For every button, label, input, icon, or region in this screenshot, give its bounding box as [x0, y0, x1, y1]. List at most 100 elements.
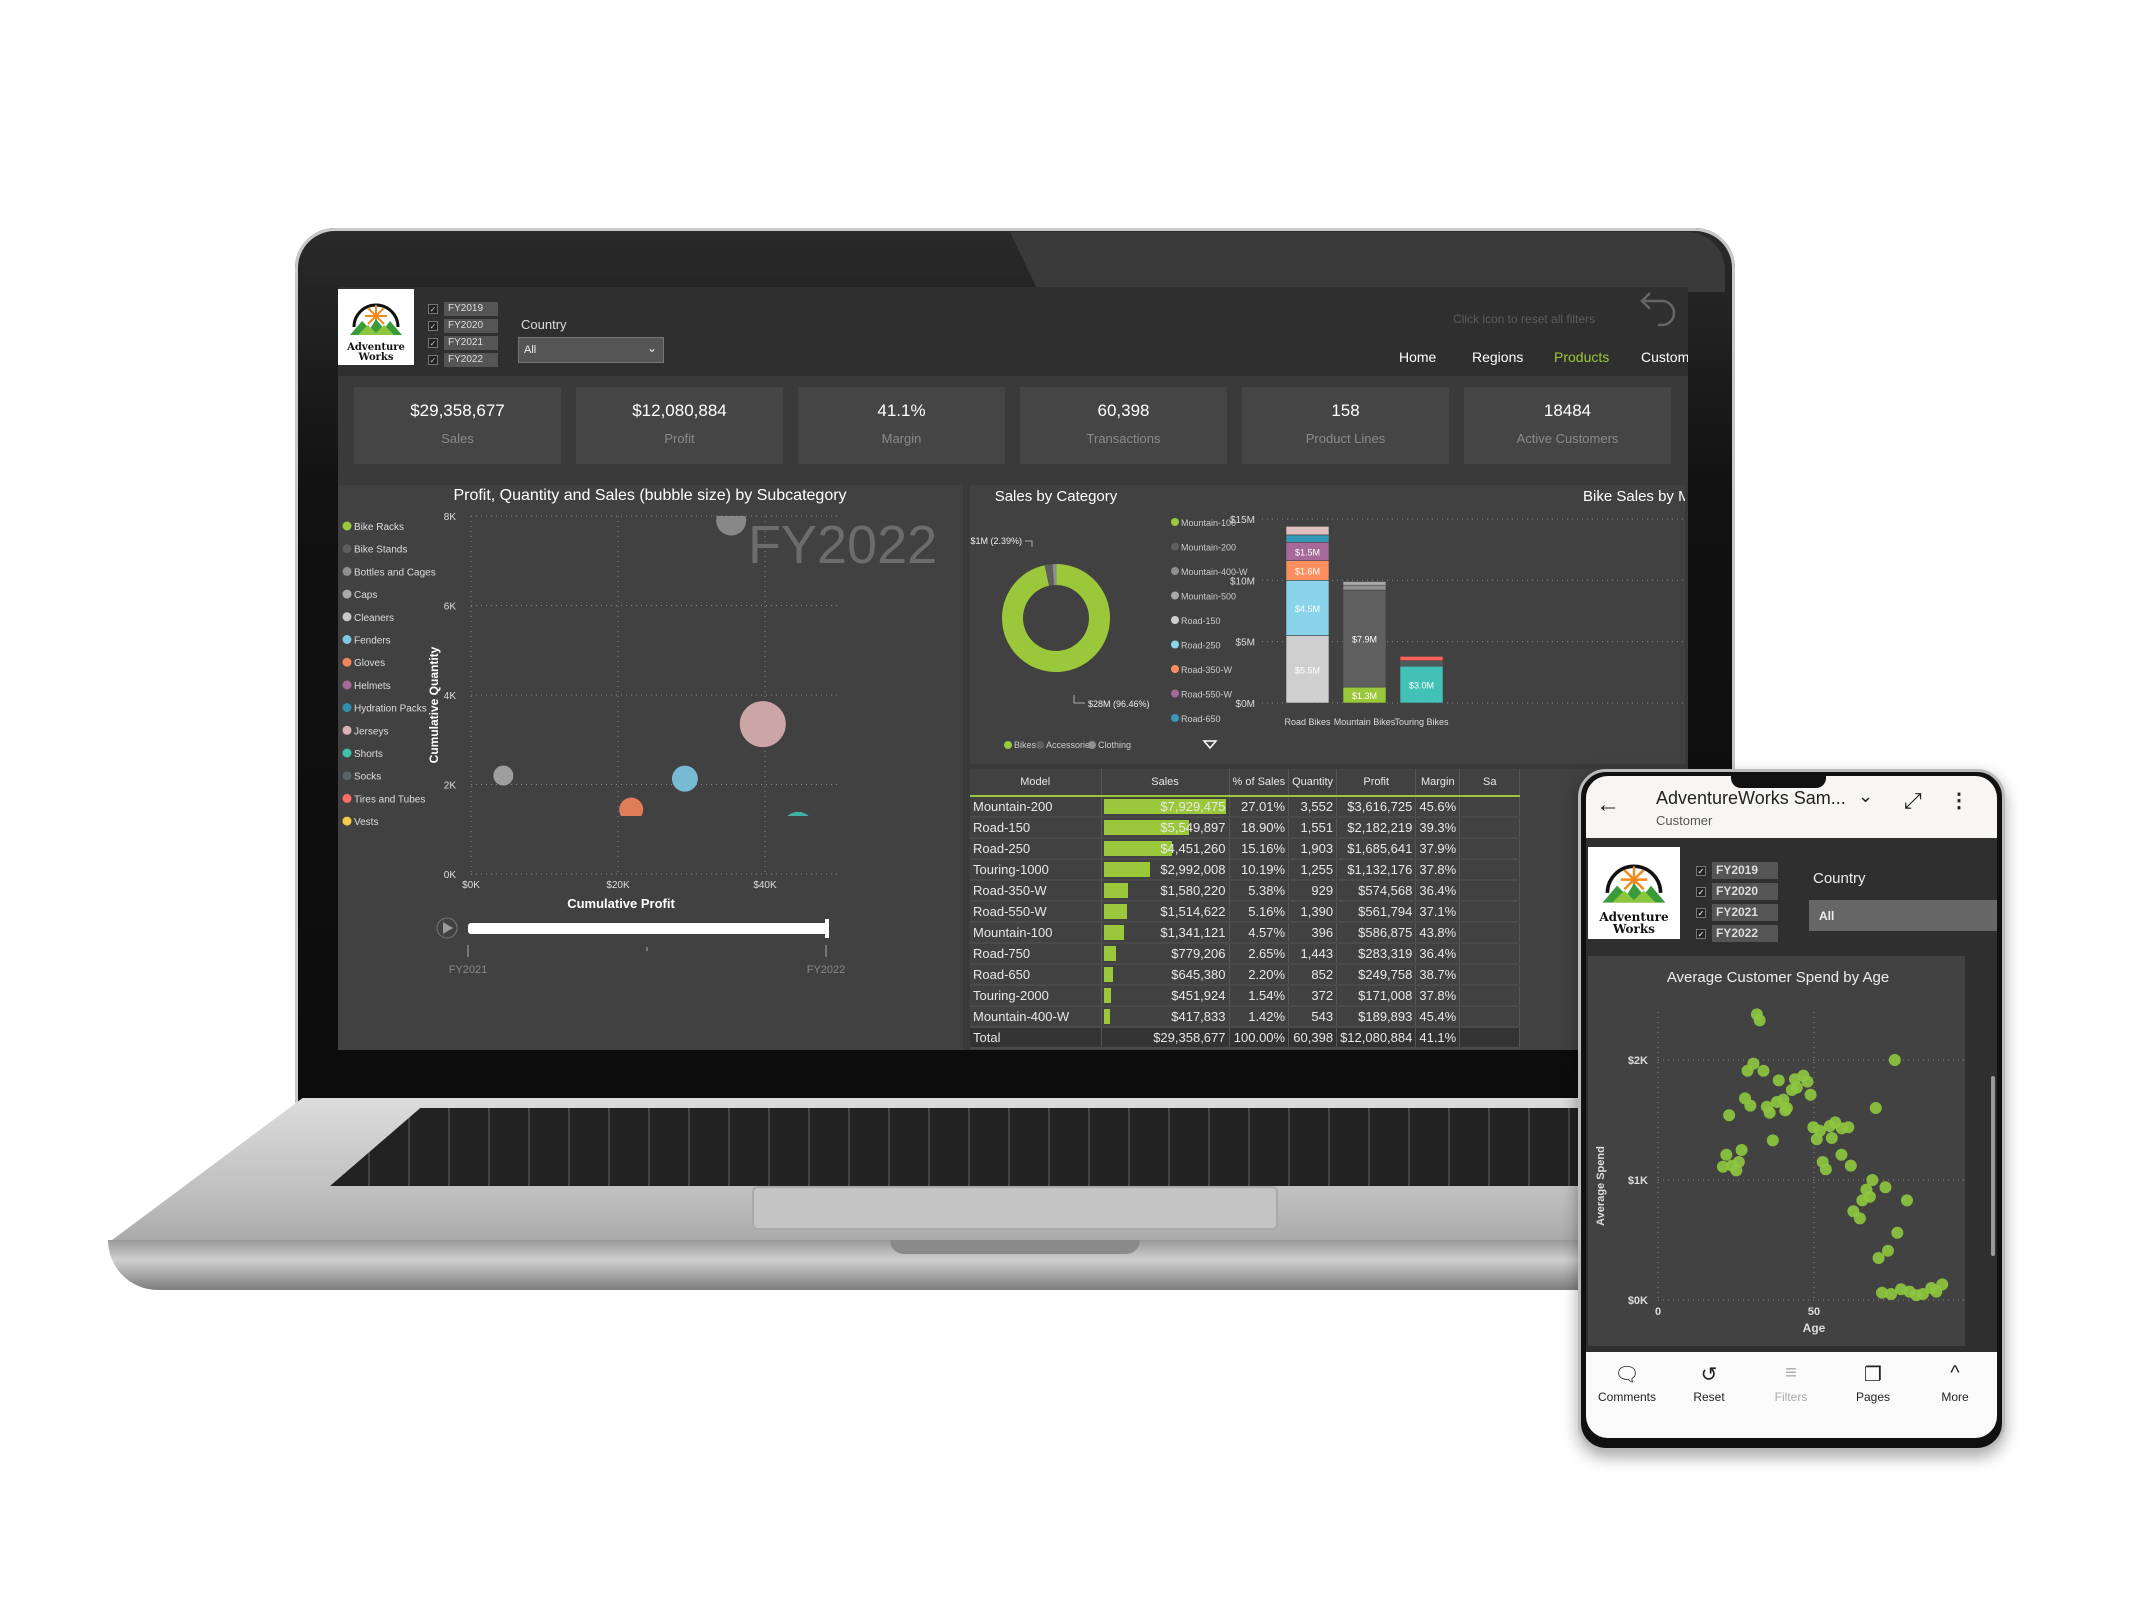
kpi-value: $12,080,884 [632, 401, 727, 420]
cell-sparkline [1459, 985, 1521, 1007]
x-tick-label: $0K [462, 880, 480, 891]
fy-label: FY2022 [444, 352, 498, 367]
checkbox-checked-icon[interactable]: ✓ [428, 303, 438, 314]
scrollbar[interactable] [1991, 1076, 1995, 1256]
sales-data-bar [1103, 925, 1125, 940]
legend-marker [1004, 741, 1012, 749]
legend-marker [1171, 518, 1179, 526]
checkbox-checked-icon[interactable]: ✓ [1696, 865, 1706, 876]
scroll-down-icon[interactable] [1202, 740, 1218, 750]
col-profit[interactable]: Profit [1336, 769, 1417, 797]
col-quantity[interactable]: Quantity [1288, 769, 1338, 797]
table-row[interactable]: Touring-1000 $2,992,008 10.19% 1,255 $1,… [970, 859, 1521, 881]
checkbox-checked-icon[interactable]: ✓ [1696, 928, 1706, 939]
col-margin[interactable]: Margin [1415, 769, 1461, 797]
fy-label: FY2019 [444, 301, 498, 316]
scatter-point [1869, 1102, 1882, 1114]
cell-profit: $1,685,641 [1336, 838, 1417, 860]
sales-data-bar [1103, 967, 1114, 982]
fy-option[interactable]: ✓ FY2020 [428, 317, 498, 334]
table-row[interactable]: Road-250 $4,451,260 15.16% 1,903 $1,685,… [970, 838, 1521, 860]
table-row[interactable]: Mountain-400-W $417,833 1.42% 543 $189,8… [970, 1006, 1521, 1028]
table-row[interactable]: Road-650 $645,380 2.20% 852 $249,758 38.… [970, 964, 1521, 986]
leader-line [1025, 540, 1033, 547]
fy-option[interactable]: ✓ FY2022 [1696, 923, 1778, 944]
legend-label: Caps [354, 590, 377, 601]
table-row[interactable]: Road-350-W $1,580,220 5.38% 929 $574,568… [970, 880, 1521, 902]
table-row[interactable]: Road-150 $5,549,897 18.90% 1,551 $2,182,… [970, 817, 1521, 839]
checkbox-checked-icon[interactable]: ✓ [1696, 907, 1706, 918]
table-row[interactable]: Mountain-100 $1,341,121 4.57% 396 $586,8… [970, 922, 1521, 944]
cell-sparkline [1459, 796, 1521, 818]
bottom-nav-pages[interactable]: ❐ Pages [1832, 1362, 1914, 1404]
col-sales-trend[interactable]: Sa [1459, 769, 1521, 797]
cell-profit: $171,008 [1336, 985, 1417, 1007]
sales-category-charts: Sales by Category $1M (2.39%) $28M (96.46%… [970, 488, 1688, 750]
report-title[interactable]: AdventureWorks Sam... [1656, 788, 1846, 809]
nav-products[interactable]: Products [1554, 349, 1609, 365]
table-row[interactable]: Road-550-W $1,514,622 5.16% 1,390 $561,7… [970, 901, 1521, 923]
nav-home[interactable]: Home [1399, 349, 1436, 365]
checkbox-checked-icon[interactable]: ✓ [428, 320, 438, 331]
more-options-icon[interactable]: ⋮ [1949, 788, 1969, 813]
play-axis-slider[interactable] [468, 923, 828, 934]
cell-margin: 43.8% [1415, 922, 1461, 944]
fy-option[interactable]: ✓ FY2022 [428, 351, 498, 368]
bubble-fenders [671, 765, 698, 792]
fy-option[interactable]: ✓ FY2021 [428, 334, 498, 351]
scatter-point [1801, 1075, 1814, 1088]
cell-profit: $586,875 [1336, 922, 1417, 944]
cell-sales: $451,924 [1101, 985, 1230, 1007]
table-row[interactable]: Mountain-200 $7,929,475 27.01% 3,552 $3,… [970, 796, 1521, 818]
expand-icon[interactable]: ⤢ [1904, 788, 1922, 814]
legend-marker [342, 771, 352, 781]
col-sales[interactable]: Sales [1101, 769, 1230, 797]
back-arrow-icon[interactable]: ← [1596, 791, 1620, 819]
bubble-vests [622, 836, 646, 860]
country-dropdown[interactable]: All ⌄ [518, 337, 664, 363]
bottom-nav-filters[interactable]: ≡ Filters [1750, 1362, 1832, 1404]
cell-profit: $574,568 [1336, 880, 1417, 902]
chevron-down-icon[interactable]: ⌄ [1858, 786, 1873, 807]
scatter-point [1741, 1064, 1754, 1077]
y-axis-title: Average Spend [1595, 1146, 1607, 1226]
kpi-value: 41.1% [877, 401, 926, 420]
col-model[interactable]: Model [970, 769, 1102, 797]
slider-handle[interactable] [825, 919, 829, 938]
cell-pct: 5.16% [1229, 901, 1290, 923]
legend-label: Tires and Tubes [354, 794, 425, 805]
checkbox-checked-icon[interactable]: ✓ [428, 354, 438, 365]
scatter-point [1936, 1278, 1949, 1291]
col-pct-sales[interactable]: % of Sales [1229, 769, 1290, 797]
bottom-nav-label: Comments [1597, 1390, 1656, 1404]
table-total-row: Total $29,358,677 100.00% 60,398 $12,080,884… [970, 1027, 1521, 1049]
y-tick-label: $0M [1236, 699, 1255, 710]
checkbox-checked-icon[interactable]: ✓ [428, 337, 438, 348]
y-tick-label: $5M [1236, 638, 1255, 649]
cell-pct: 1.54% [1229, 985, 1290, 1007]
cell-profit: $249,758 [1336, 964, 1417, 986]
fy-option[interactable]: ✓ FY2021 [1696, 902, 1778, 923]
legend-marker [1171, 616, 1179, 624]
table-row[interactable]: Road-750 $779,206 2.65% 1,443 $283,319 3… [970, 943, 1521, 965]
bottom-nav-comments[interactable]: 🗨 Comments [1586, 1362, 1668, 1404]
scatter-point [1835, 1148, 1848, 1161]
total-label: Total [970, 1027, 1102, 1049]
table-row[interactable]: Touring-2000 $451,924 1.54% 372 $171,008… [970, 985, 1521, 1007]
reset-filters-icon[interactable] [1638, 289, 1680, 329]
bottom-nav-reset[interactable]: ↺ Reset [1668, 1362, 1750, 1404]
kpi-label: Transactions [1086, 431, 1161, 446]
scatter-point [1900, 1194, 1913, 1207]
x-tick-label: Touring Bikes [1394, 717, 1449, 727]
phone-camera-notch [1731, 776, 1826, 788]
legend-label: Mountain-500 [1181, 592, 1236, 602]
fy-option[interactable]: ✓ FY2019 [1696, 860, 1778, 881]
country-dropdown[interactable]: All [1809, 900, 1997, 931]
checkbox-checked-icon[interactable]: ✓ [1696, 886, 1706, 897]
fy-option[interactable]: ✓ FY2019 [428, 300, 498, 317]
bottom-nav-more[interactable]: ^ More [1914, 1362, 1996, 1404]
nav-customers[interactable]: Customers [1641, 349, 1688, 365]
spend-chart-panel: Average Customer Spend by Age $0K $1K $2K 0 5… [1588, 956, 1973, 1346]
nav-regions[interactable]: Regions [1472, 349, 1523, 365]
fy-option[interactable]: ✓ FY2020 [1696, 881, 1778, 902]
